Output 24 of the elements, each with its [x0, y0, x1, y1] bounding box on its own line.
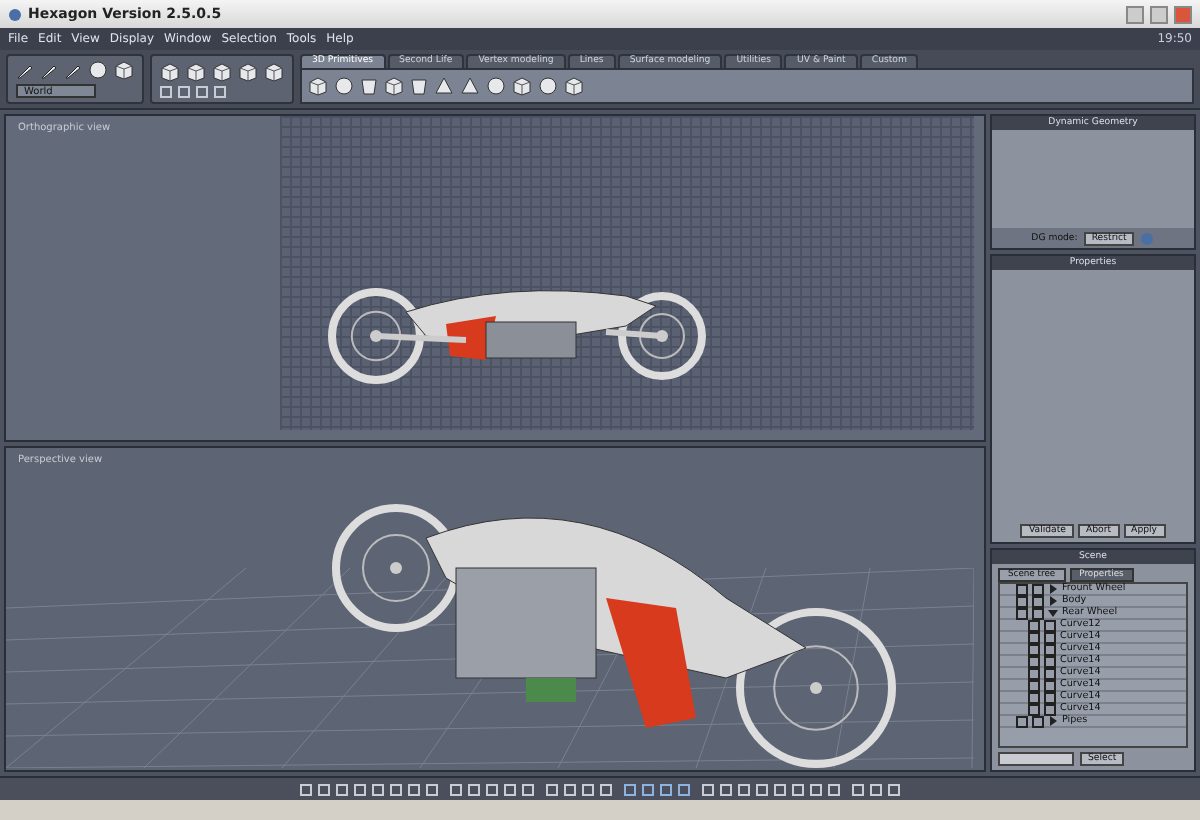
cube-icon[interactable]: [384, 76, 404, 96]
sphere-icon[interactable]: [538, 76, 558, 96]
cube-icon[interactable]: [264, 61, 284, 81]
app-icon: [8, 7, 22, 21]
cube-icon[interactable]: [160, 61, 180, 81]
expand-icon[interactable]: [1048, 596, 1058, 606]
cube-icon[interactable]: [212, 61, 232, 81]
cylinder-icon[interactable]: [410, 76, 428, 96]
cube-icon[interactable]: [186, 61, 206, 81]
expand-icon[interactable]: [1048, 716, 1058, 726]
cube-icon[interactable]: [114, 60, 134, 80]
select-field[interactable]: [998, 752, 1074, 766]
sphere-icon[interactable]: [486, 76, 506, 96]
expand-icon[interactable]: [1048, 608, 1058, 618]
cube-icon[interactable]: [238, 61, 258, 81]
cylinder-icon[interactable]: [360, 76, 378, 96]
cube-icon[interactable]: [308, 76, 328, 96]
sphere-icon[interactable]: [334, 76, 354, 96]
maximize-button[interactable]: [1150, 5, 1168, 23]
cube-icon[interactable]: [564, 76, 584, 96]
cube-icon[interactable]: [512, 76, 532, 96]
sphere-icon[interactable]: [88, 60, 108, 80]
minimize-button[interactable]: [1126, 5, 1144, 23]
close-button[interactable]: [1174, 5, 1192, 23]
